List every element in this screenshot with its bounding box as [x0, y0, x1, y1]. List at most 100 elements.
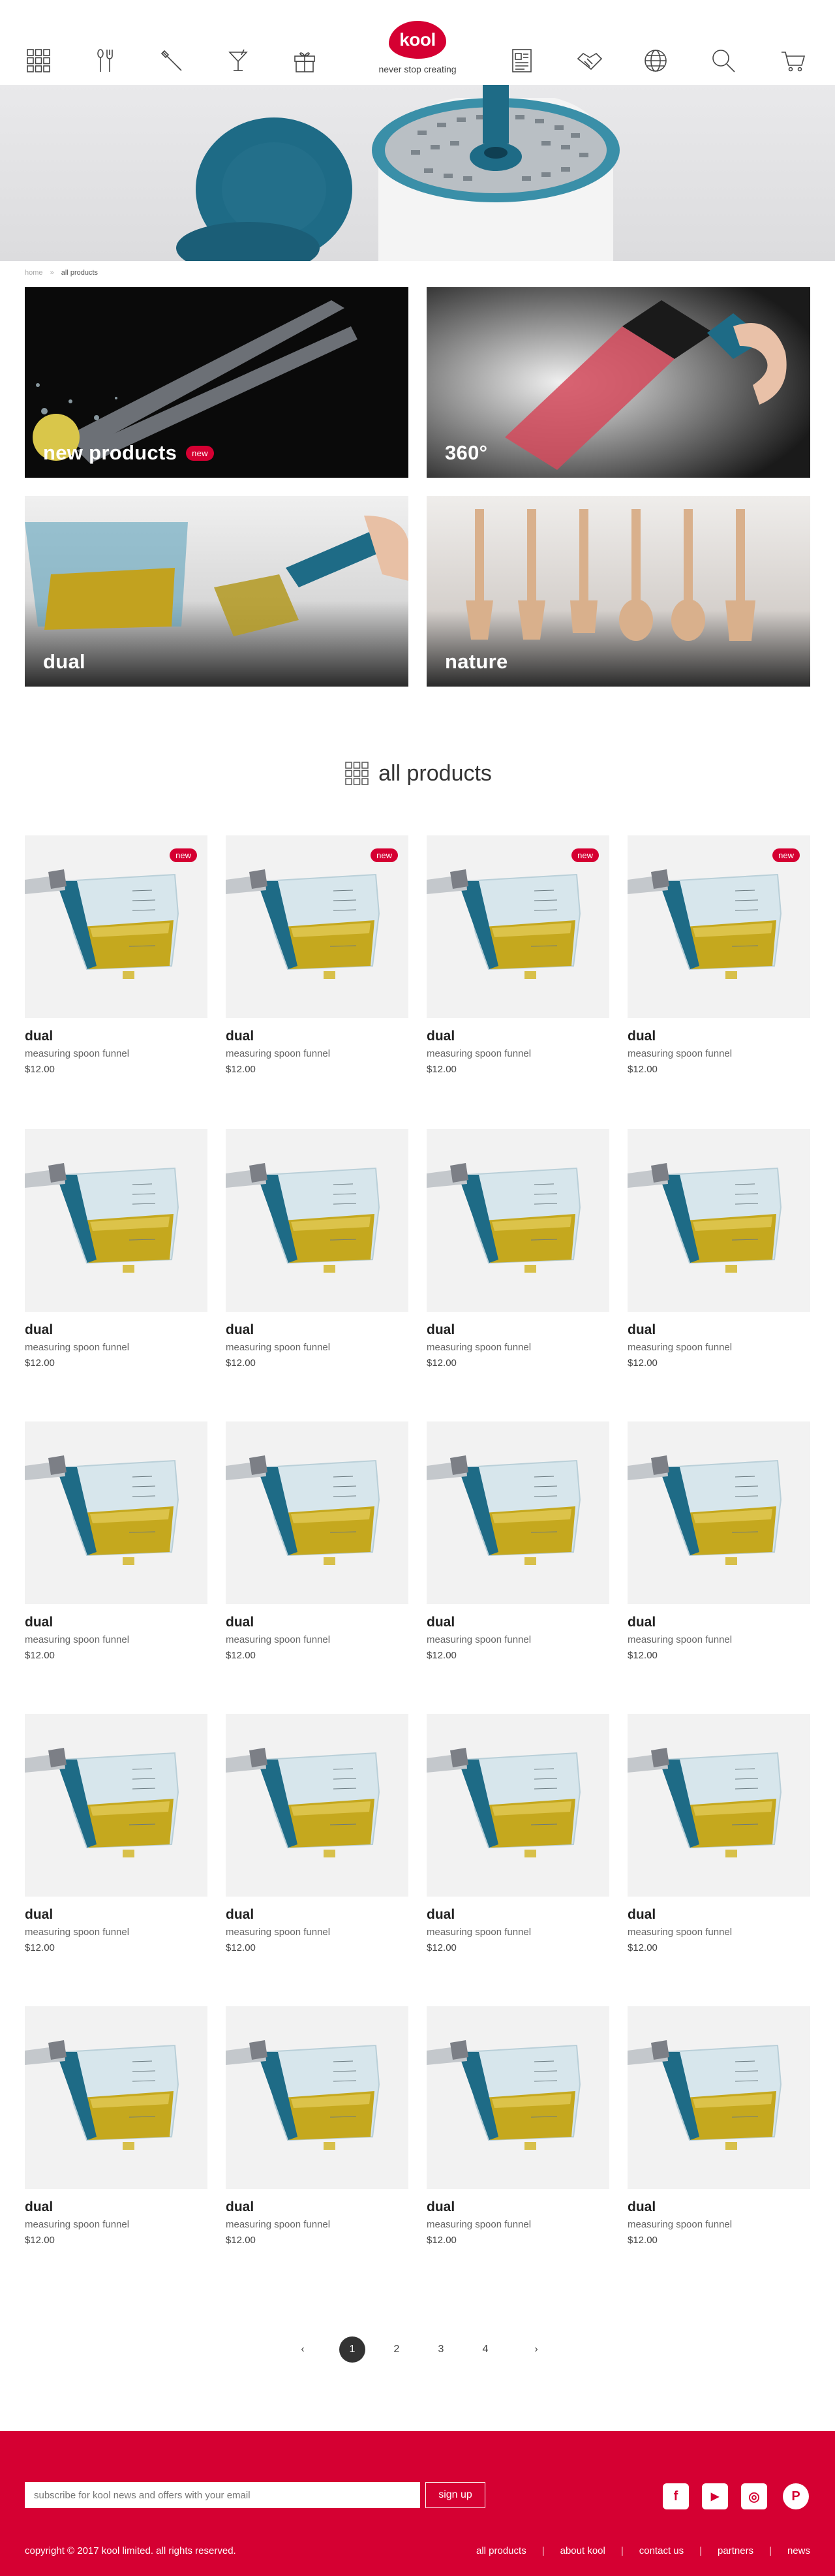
product-image-box[interactable]: new [427, 835, 609, 1018]
tile-360[interactable]: 360° [427, 287, 810, 478]
all-products-icon[interactable] [25, 47, 52, 74]
product-name[interactable]: dual [628, 1322, 656, 1338]
product-card[interactable]: new dual measuring spoon funnel $12.00 [25, 835, 207, 1110]
product-image-box[interactable] [226, 1421, 408, 1604]
product-name[interactable]: dual [226, 2199, 254, 2215]
product-card[interactable]: dual measuring spoon funnel $12.00 [628, 1421, 810, 1696]
pinterest-icon[interactable]: P [783, 2483, 809, 2509]
product-image-box[interactable] [226, 2006, 408, 2189]
product-card[interactable]: dual measuring spoon funnel $12.00 [25, 2006, 207, 2280]
footer-link-news[interactable]: news [787, 2545, 810, 2556]
product-card[interactable]: dual measuring spoon funnel $12.00 [427, 1421, 609, 1696]
product-name[interactable]: dual [25, 1907, 53, 1923]
product-name[interactable]: dual [25, 1322, 53, 1338]
page-4-button[interactable]: 4 [472, 2336, 498, 2363]
product-image-box[interactable] [427, 1421, 609, 1604]
product-card[interactable]: dual measuring spoon funnel $12.00 [427, 1714, 609, 1988]
page-3-button[interactable]: 3 [428, 2336, 454, 2363]
prev-page-button[interactable]: ‹ [290, 2336, 316, 2363]
product-card[interactable]: dual measuring spoon funnel $12.00 [226, 1714, 408, 1988]
tile-nature[interactable]: nature [427, 496, 810, 687]
product-image-box[interactable]: new [628, 835, 810, 1018]
product-name[interactable]: dual [628, 2199, 656, 2215]
product-price: $12.00 [427, 1064, 457, 1075]
product-name[interactable]: dual [25, 2199, 53, 2215]
product-card[interactable]: dual measuring spoon funnel $12.00 [427, 2006, 609, 2280]
subscribe-email-input[interactable] [25, 2482, 420, 2508]
cocktail-icon[interactable] [224, 47, 252, 74]
breadcrumb-home[interactable]: home [25, 269, 43, 277]
product-image-box[interactable] [226, 1714, 408, 1897]
utensils-icon[interactable] [91, 47, 119, 74]
product-card[interactable]: new dual measuring spoon funnel $12.00 [226, 835, 408, 1110]
product-price: $12.00 [25, 2235, 55, 2246]
gift-icon[interactable] [291, 47, 318, 74]
product-name[interactable]: dual [628, 1907, 656, 1923]
footer-link-contact[interactable]: contact us [639, 2545, 684, 2556]
product-image-box[interactable] [628, 1714, 810, 1897]
product-card[interactable]: dual measuring spoon funnel $12.00 [25, 1129, 207, 1403]
next-page-button[interactable]: › [523, 2336, 549, 2363]
product-image-box[interactable] [25, 2006, 207, 2189]
footer-link-partners[interactable]: partners [718, 2545, 753, 2556]
product-price: $12.00 [226, 2235, 256, 2246]
product-image-box[interactable]: new [25, 835, 207, 1018]
page-1-button[interactable]: 1 [339, 2336, 365, 2363]
product-card[interactable]: dual measuring spoon funnel $12.00 [226, 1421, 408, 1696]
youtube-icon[interactable]: ▶ [702, 2483, 728, 2509]
product-card[interactable]: dual measuring spoon funnel $12.00 [427, 1129, 609, 1403]
product-image-box[interactable] [25, 1421, 207, 1604]
search-icon[interactable] [710, 47, 737, 74]
product-card[interactable]: dual measuring spoon funnel $12.00 [25, 1421, 207, 1696]
product-name[interactable]: dual [226, 1907, 254, 1923]
product-card[interactable]: new dual measuring spoon funnel $12.00 [427, 835, 609, 1110]
cart-icon[interactable] [780, 47, 808, 74]
product-name[interactable]: dual [427, 1615, 455, 1630]
tile-new-products[interactable]: new products new [25, 287, 408, 478]
product-name[interactable]: dual [427, 1029, 455, 1044]
product-image-box[interactable]: new [226, 835, 408, 1018]
product-image-box[interactable] [427, 1129, 609, 1312]
product-image-box[interactable] [226, 1129, 408, 1312]
product-image-box[interactable] [427, 2006, 609, 2189]
product-card[interactable]: new dual measuring spoon funnel $12.00 [628, 835, 810, 1110]
product-card[interactable]: dual measuring spoon funnel $12.00 [628, 2006, 810, 2280]
product-card[interactable]: dual measuring spoon funnel $12.00 [226, 1129, 408, 1403]
footer-link-all-products[interactable]: all products [476, 2545, 526, 2556]
product-card[interactable]: dual measuring spoon funnel $12.00 [25, 1714, 207, 1988]
product-name[interactable]: dual [427, 2199, 455, 2215]
product-name[interactable]: dual [25, 1615, 53, 1630]
product-image-box[interactable] [25, 1714, 207, 1897]
product-card[interactable]: dual measuring spoon funnel $12.00 [226, 2006, 408, 2280]
product-image [628, 1455, 782, 1565]
product-name[interactable]: dual [628, 1029, 656, 1044]
product-image [226, 1748, 380, 1857]
product-image-box[interactable] [25, 1129, 207, 1312]
product-image-box[interactable] [427, 1714, 609, 1897]
breadcrumb-current: all products [61, 269, 99, 277]
product-name[interactable]: dual [25, 1029, 53, 1044]
tools-icon[interactable] [158, 47, 185, 74]
catalog-icon[interactable] [509, 47, 536, 74]
logo[interactable]: kool never stop creating [365, 21, 470, 80]
product-name[interactable]: dual [226, 1615, 254, 1630]
product-name[interactable]: dual [226, 1322, 254, 1338]
product-image-box[interactable] [628, 2006, 810, 2189]
product-card[interactable]: dual measuring spoon funnel $12.00 [628, 1714, 810, 1988]
product-name[interactable]: dual [427, 1907, 455, 1923]
product-image-box[interactable] [628, 1129, 810, 1312]
product-image-box[interactable] [628, 1421, 810, 1604]
tile-dual[interactable]: dual [25, 496, 408, 687]
product-card[interactable]: dual measuring spoon funnel $12.00 [628, 1129, 810, 1403]
globe-icon[interactable] [642, 47, 669, 74]
footer-link-about[interactable]: about kool [560, 2545, 605, 2556]
product-name[interactable]: dual [427, 1322, 455, 1338]
facebook-icon[interactable]: f [663, 2483, 689, 2509]
sign-up-button[interactable]: sign up [425, 2482, 485, 2508]
partners-icon[interactable] [575, 47, 603, 74]
product-name[interactable]: dual [628, 1615, 656, 1630]
page-2-button[interactable]: 2 [384, 2336, 410, 2363]
product-name[interactable]: dual [226, 1029, 254, 1044]
instagram-icon[interactable]: ◎ [741, 2483, 767, 2509]
product-image [25, 1163, 179, 1273]
